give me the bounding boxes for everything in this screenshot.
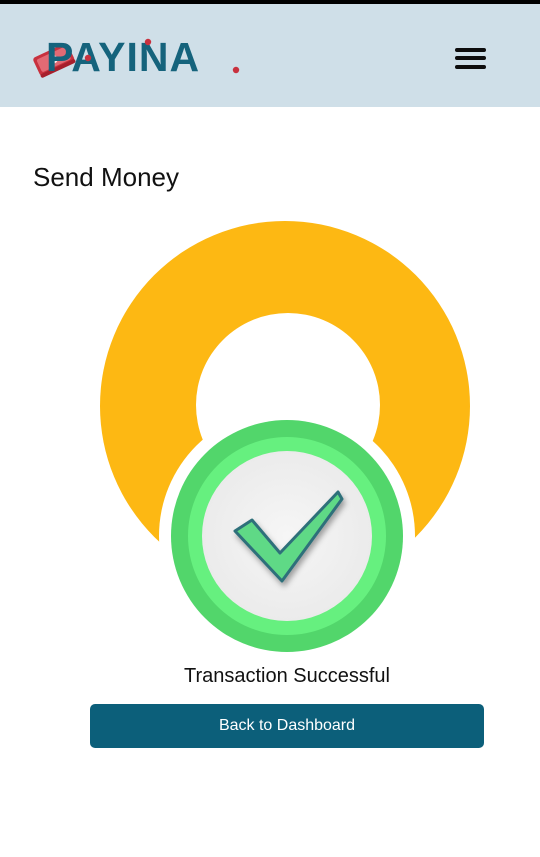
payina-logo[interactable]: PAYINA — [30, 34, 245, 80]
menu-bar — [455, 48, 486, 52]
app-header: PAYINA — [0, 4, 540, 107]
page-title: Send Money — [33, 162, 179, 192]
transaction-status-message: Transaction Successful — [183, 665, 390, 687]
logo-wordmark: PAYINA — [46, 34, 201, 80]
menu-bar — [455, 56, 486, 60]
success-check-icon — [100, 221, 470, 652]
hamburger-menu-icon[interactable] — [453, 47, 489, 73]
check-background — [202, 451, 372, 621]
success-illustration — [90, 215, 490, 655]
back-to-dashboard-button[interactable]: Back to Dashboard — [90, 704, 484, 748]
menu-bar — [455, 65, 486, 69]
